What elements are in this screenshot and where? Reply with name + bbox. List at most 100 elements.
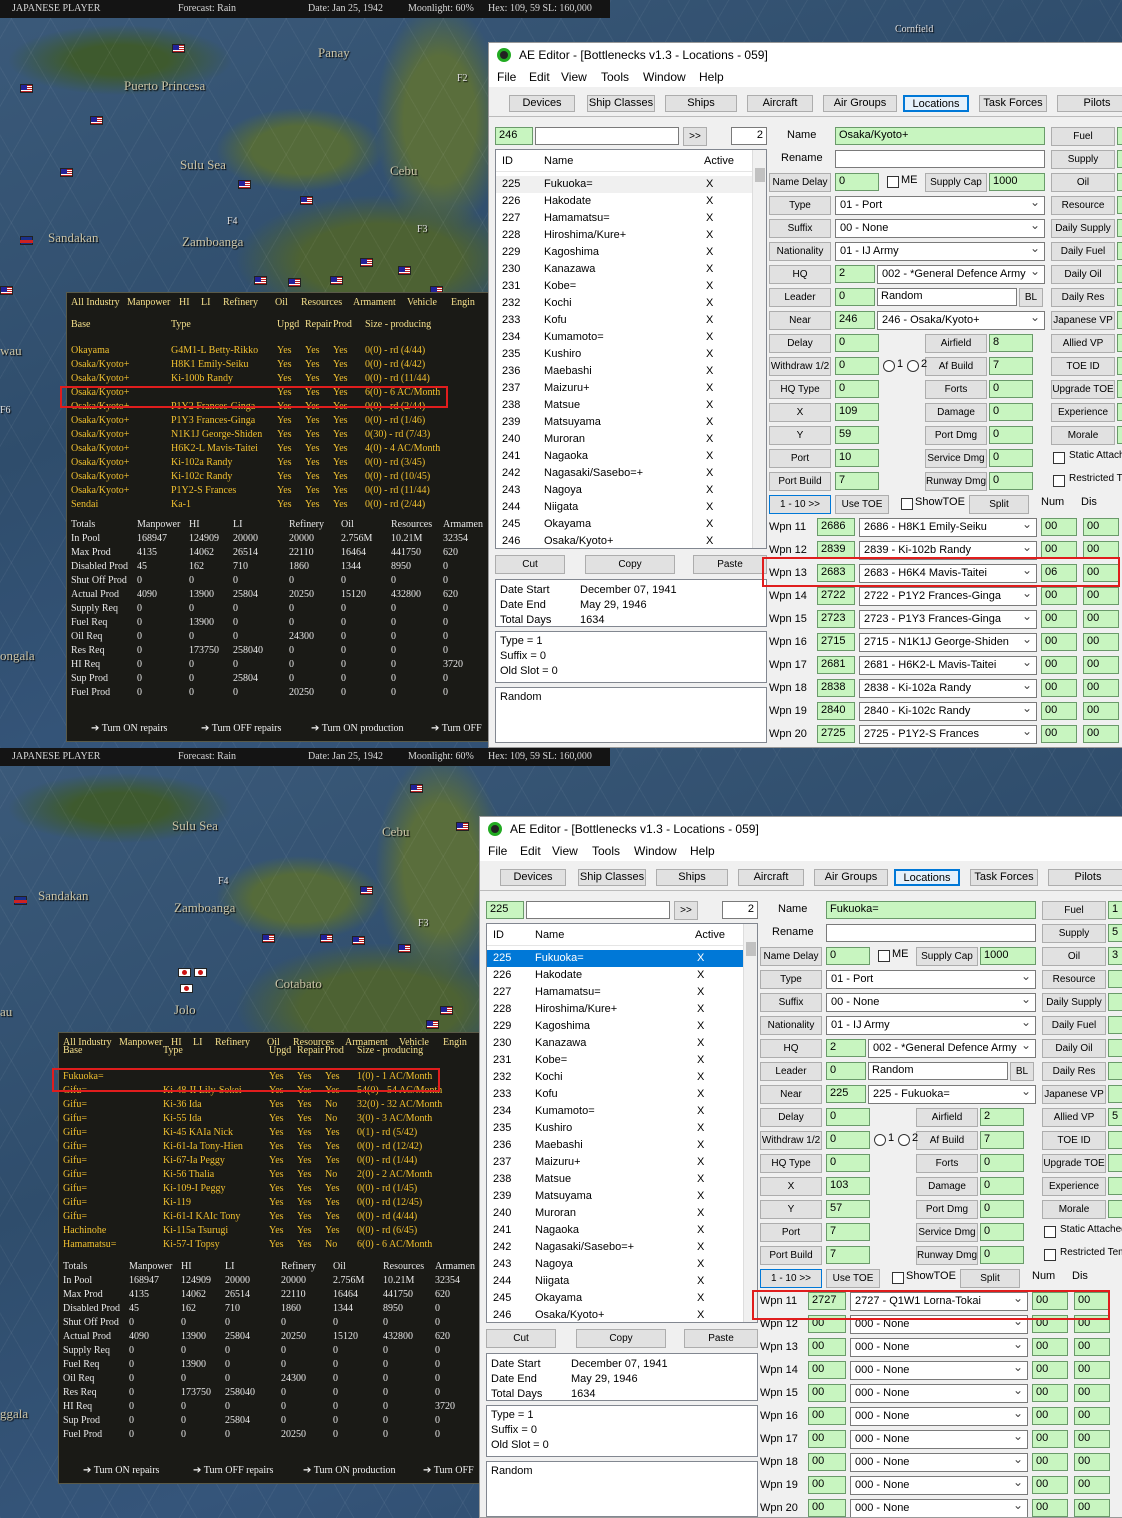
servicedmg-button[interactable]: Service Dmg xyxy=(916,1223,978,1242)
industry-action-button[interactable]: ➔ Turn ON repairs xyxy=(91,723,167,734)
side-daily-supply-button[interactable]: Daily Supply xyxy=(1051,219,1115,238)
us-flag-icon[interactable] xyxy=(456,822,469,831)
weapon-id-field[interactable]: 00 xyxy=(808,1384,846,1402)
list-item[interactable]: 225 Fukuoka= X xyxy=(487,950,743,967)
menu-edit[interactable]: Edit xyxy=(520,844,541,858)
name-delay-button[interactable]: Name Delay xyxy=(769,173,831,192)
industry-row[interactable]: Osaka/Kyoto+ Ki-102a Randy Yes Yes Yes 0(0) -… xyxy=(67,457,489,471)
weapon-num-field[interactable]: 00 xyxy=(1041,610,1077,628)
menu-help[interactable]: Help xyxy=(690,844,715,858)
menu-file[interactable]: File xyxy=(497,70,516,84)
hqtype-field[interactable]: 0 xyxy=(826,1154,870,1172)
y-button[interactable]: Y xyxy=(760,1200,822,1219)
weapon-device-dropdown[interactable]: 2838 - Ki-102a Randy xyxy=(859,679,1037,698)
side-daily-fuel-button[interactable]: Daily Fuel xyxy=(1051,242,1115,261)
industry-row[interactable]: Osaka/Kyoto+ Yes Yes Yes 6(0) - 6 AC/Month xyxy=(67,387,489,401)
weapon-dis-field[interactable]: 00 xyxy=(1074,1315,1110,1333)
weapon-device-dropdown[interactable]: 2839 - Ki-102b Randy xyxy=(859,541,1037,560)
list-item[interactable]: 234 Kumamoto= X xyxy=(487,1103,743,1120)
side-toe-id-button[interactable]: TOE ID xyxy=(1042,1131,1106,1150)
industry-tab[interactable]: LI xyxy=(193,1037,202,1048)
weapon-dis-field[interactable]: 00 xyxy=(1083,587,1119,605)
weapon-id-field[interactable]: 00 xyxy=(808,1338,846,1356)
weapon-dis-field[interactable]: 00 xyxy=(1074,1292,1110,1310)
weapon-device-dropdown[interactable]: 000 - None xyxy=(850,1453,1028,1472)
weapon-device-dropdown[interactable]: 2681 - H6K2-L Mavis-Taitei xyxy=(859,656,1037,675)
side-allied-vp-button[interactable]: Allied VP xyxy=(1042,1108,1106,1127)
list-item[interactable]: 227 Hamamatsu= X xyxy=(487,984,743,1001)
name-field[interactable]: Osaka/Kyoto+ xyxy=(835,127,1045,145)
us-flag-icon[interactable] xyxy=(426,1020,439,1029)
list-item[interactable]: 225 Fukuoka= X xyxy=(496,176,752,193)
industry-col-header[interactable]: Repair xyxy=(297,1045,324,1056)
list-item[interactable]: 229 Kagoshima X xyxy=(487,1018,743,1035)
british-flag-icon[interactable] xyxy=(14,896,27,905)
near-field[interactable]: 225 xyxy=(826,1085,866,1103)
bl-button[interactable]: BL xyxy=(1010,1062,1034,1081)
x-button[interactable]: X xyxy=(769,403,831,422)
damage-field[interactable]: 0 xyxy=(989,403,1033,421)
weapon-id-field[interactable]: 00 xyxy=(808,1407,846,1425)
list-item[interactable]: 231 Kobe= X xyxy=(487,1052,743,1069)
side-toe-id-button[interactable]: TOE ID xyxy=(1051,357,1115,376)
weapon-id-field[interactable]: 2838 xyxy=(817,679,855,697)
weapon-num-field[interactable]: 00 xyxy=(1032,1292,1068,1310)
industry-row[interactable]: Osaka/Kyoto+ H6K2-L Mavis-Taitei Yes Yes Yes… xyxy=(67,443,489,457)
list-item[interactable]: 244 Niigata X xyxy=(487,1273,743,1290)
list-item[interactable]: 243 Nagoya X xyxy=(496,482,752,499)
showtoe-checkbox[interactable] xyxy=(901,498,913,510)
hqtype-button[interactable]: HQ Type xyxy=(760,1154,822,1173)
weapon-dis-field[interactable]: 00 xyxy=(1074,1407,1110,1425)
portdmg-field[interactable]: 0 xyxy=(980,1200,1024,1218)
menu-view[interactable]: View xyxy=(552,844,578,858)
list-item[interactable]: 228 Hiroshima/Kure+ X xyxy=(487,1001,743,1018)
us-flag-icon[interactable] xyxy=(0,286,13,295)
split-button[interactable]: Split xyxy=(969,495,1029,514)
damage-button[interactable]: Damage xyxy=(925,403,987,422)
me-checkbox[interactable] xyxy=(887,176,899,188)
airfield-button[interactable]: Airfield xyxy=(916,1108,978,1127)
weapon-device-dropdown[interactable]: 2683 - H6K4 Mavis-Taitei xyxy=(859,564,1037,583)
afbuild-field[interactable]: 7 xyxy=(989,357,1033,375)
side-value-field[interactable] xyxy=(1117,311,1122,329)
withdraw-button[interactable]: Withdraw 1/2 xyxy=(760,1131,822,1150)
delay-field[interactable]: 0 xyxy=(835,334,879,352)
location-id-field[interactable]: 246 xyxy=(495,127,533,145)
suffix-button[interactable]: Suffix xyxy=(769,219,831,238)
list-item[interactable]: 235 Kushiro X xyxy=(496,346,752,363)
industry-tab[interactable]: Engin xyxy=(451,297,475,308)
side-fuel-button[interactable]: Fuel xyxy=(1051,127,1115,146)
showtoe-checkbox[interactable] xyxy=(892,1272,904,1284)
list-scrollbar[interactable] xyxy=(752,150,766,548)
leader-field[interactable]: 0 xyxy=(826,1062,866,1080)
japanese-flag-icon[interactable] xyxy=(180,984,193,993)
us-flag-icon[interactable] xyxy=(398,944,411,953)
runwaydmg-field[interactable]: 0 xyxy=(989,472,1033,490)
list-item[interactable]: 238 Matsue X xyxy=(487,1171,743,1188)
tab-air-groups[interactable]: Air Groups xyxy=(823,95,897,112)
tab-air-groups[interactable]: Air Groups xyxy=(814,869,888,886)
us-flag-icon[interactable] xyxy=(352,936,365,945)
cut-button[interactable]: Cut xyxy=(486,1329,556,1348)
list-item[interactable]: 241 Nagaoka X xyxy=(496,448,752,465)
side-value-field[interactable] xyxy=(1108,1154,1122,1172)
count-field[interactable]: 2 xyxy=(722,901,758,919)
list-item[interactable]: 240 Muroran X xyxy=(496,431,752,448)
industry-row[interactable]: Osaka/Kyoto+ H8K1 Emily-Seiku Yes Yes Yes 0(0… xyxy=(67,359,489,373)
side-value-field[interactable] xyxy=(1108,1177,1122,1195)
airfield-button[interactable]: Airfield xyxy=(925,334,987,353)
search-input[interactable] xyxy=(526,901,670,919)
industry-action-button[interactable]: ➔ Turn ON production xyxy=(303,1465,396,1476)
portbuild-field[interactable]: 7 xyxy=(826,1246,870,1264)
list-col-header[interactable]: Name xyxy=(544,155,573,167)
weapon-num-field[interactable]: 00 xyxy=(1032,1407,1068,1425)
side-resource-button[interactable]: Resource xyxy=(1042,970,1106,989)
notes-box[interactable]: Random xyxy=(486,1461,758,1517)
industry-row[interactable]: Osaka/Kyoto+ Ki-100b Randy Yes Yes Yes 0(0) -… xyxy=(67,373,489,387)
tab-devices[interactable]: Devices xyxy=(500,869,566,886)
list-item[interactable]: 232 Kochi X xyxy=(487,1069,743,1086)
list-item[interactable]: 245 Okayama X xyxy=(496,516,752,533)
menu-tools[interactable]: Tools xyxy=(601,70,629,84)
suffix-dropdown[interactable]: 00 - None xyxy=(826,993,1036,1012)
weapon-device-dropdown[interactable]: 2727 - Q1W1 Lorna-Tokai xyxy=(850,1292,1028,1311)
